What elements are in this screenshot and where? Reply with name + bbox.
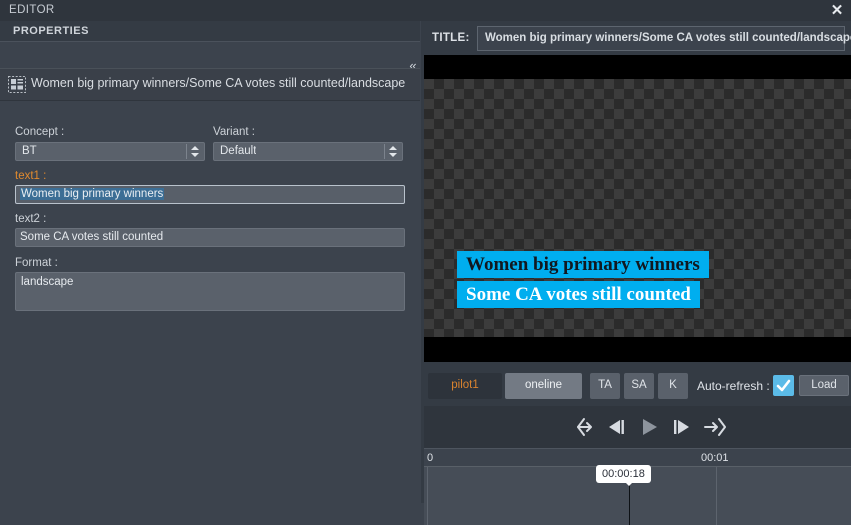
transport-controls: [424, 406, 851, 448]
preview-panel: TITLE: Women big primary winners/Some CA…: [421, 21, 851, 525]
document-title: Women big primary winners/Some CA votes …: [31, 76, 406, 90]
title-row: TITLE: Women big primary winners/Some CA…: [421, 22, 851, 54]
variant-select[interactable]: Default: [213, 142, 403, 161]
text1-label: text1 :: [15, 170, 47, 182]
playhead-time-label[interactable]: 00:00:18: [596, 465, 651, 483]
variant-value: Default: [220, 145, 257, 157]
window-titlebar: EDITOR ✕: [0, 0, 851, 21]
auto-refresh-checkbox[interactable]: [773, 375, 794, 396]
preview-overlay-line1: Women big primary winners: [457, 251, 709, 278]
format-value: landscape: [21, 276, 74, 288]
concept-spinner-icon[interactable]: [186, 144, 201, 159]
ruler-tick-0: 0: [427, 452, 434, 464]
properties-header: PROPERTIES: [0, 21, 420, 42]
properties-title: PROPERTIES: [13, 25, 89, 37]
tab-oneline[interactable]: oneline: [505, 373, 582, 399]
variant-spinner-icon[interactable]: [384, 144, 399, 159]
document-row[interactable]: Women big primary winners/Some CA votes …: [0, 68, 420, 101]
ruler-tick-1: 00:01: [701, 452, 729, 464]
sa-button[interactable]: SA: [624, 373, 654, 399]
properties-panel: PROPERTIES « Women big primary winners/S…: [0, 21, 420, 503]
concept-label: Concept :: [15, 126, 65, 138]
close-icon[interactable]: ✕: [827, 1, 847, 20]
play-icon[interactable]: [636, 415, 662, 439]
editor-window: EDITOR ✕ PROPERTIES « Women big primary …: [0, 0, 851, 525]
go-to-end-icon[interactable]: [700, 415, 726, 439]
preview-stage[interactable]: Women big primary winners Some CA votes …: [424, 55, 851, 362]
timeline-divider-1s: [716, 467, 717, 525]
format-textarea[interactable]: landscape: [15, 272, 405, 311]
step-forward-icon[interactable]: [668, 415, 694, 439]
text2-label: text2 :: [15, 213, 47, 225]
format-label: Format :: [15, 257, 58, 269]
k-button[interactable]: K: [658, 373, 688, 399]
window-title: EDITOR: [9, 4, 55, 16]
text2-input[interactable]: Some CA votes still counted: [15, 228, 405, 247]
concept-value: BT: [22, 145, 37, 157]
text1-input[interactable]: Women big primary winners: [15, 185, 405, 204]
go-to-start-icon[interactable]: [572, 415, 598, 439]
step-backward-icon[interactable]: [604, 415, 630, 439]
checkmark-icon: [776, 379, 791, 392]
variant-label: Variant :: [213, 126, 255, 138]
auto-refresh-label: Auto-refresh :: [697, 379, 770, 393]
tab-pilot1[interactable]: pilot1: [428, 373, 502, 399]
text1-value: Women big primary winners: [20, 188, 165, 200]
text2-value: Some CA votes still counted: [20, 231, 164, 243]
concept-select[interactable]: BT: [15, 142, 205, 161]
preview-toolbar: pilot1 oneline TA SA K Auto-refresh : Lo…: [424, 366, 851, 404]
preview-line2-text: Some CA votes still counted: [466, 284, 691, 305]
template-layout-icon: [8, 76, 26, 93]
title-input-value: Women big primary winners/Some CA votes …: [485, 32, 851, 44]
timeline-track-area[interactable]: 00:00:18: [424, 465, 851, 525]
load-button[interactable]: Load: [799, 375, 849, 396]
ta-button[interactable]: TA: [590, 373, 620, 399]
title-label: TITLE:: [432, 32, 470, 44]
title-input[interactable]: Women big primary winners/Some CA votes …: [477, 26, 851, 51]
timeline-divider-start: [427, 467, 428, 525]
preview-line1-text: Women big primary winners: [466, 254, 700, 275]
preview-overlay-line2: Some CA votes still counted: [457, 281, 700, 308]
